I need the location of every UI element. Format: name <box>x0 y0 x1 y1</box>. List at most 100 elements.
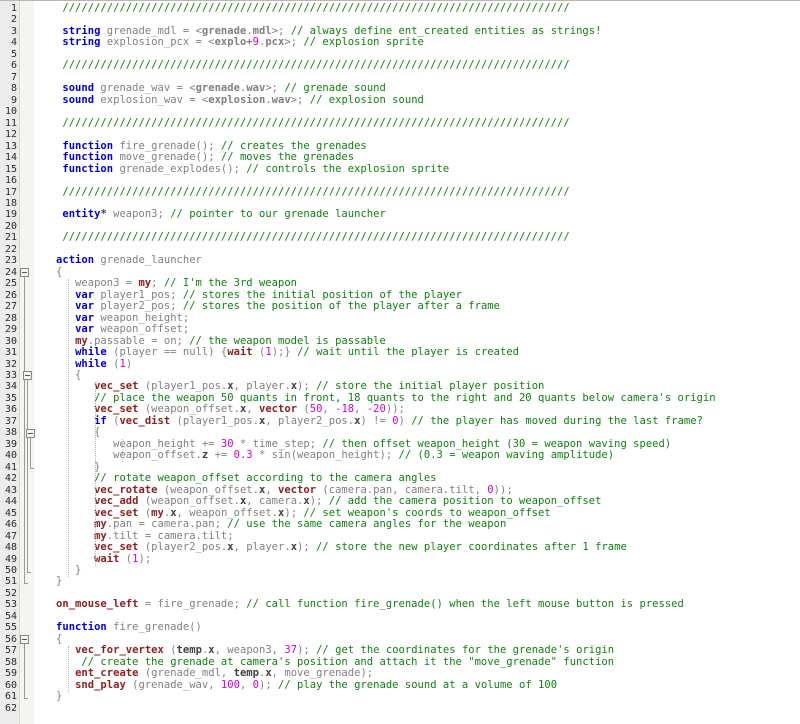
token-fn: my <box>138 277 152 290</box>
token-kw: sound <box>62 82 95 95</box>
line-number-list: 1 2 3 4 5 6 7 8 9 10 11 12 13 14 15 16 17 18 19 20 21 22 23 24 2… <box>0 1 19 714</box>
code-line[interactable]: ////////////////////////////////////////… <box>37 116 800 129</box>
code-line[interactable]: while (player == null) {wait (1);} // wa… <box>37 346 800 359</box>
line-number: 18 <box>4 197 17 209</box>
fold-toggle-if-block[interactable] <box>26 428 35 438</box>
code-line[interactable]: sound explosion_wav = <explosion.wav>; /… <box>37 93 800 106</box>
line-number: 34 <box>4 381 17 393</box>
line-number: 30 <box>4 335 17 347</box>
token-id: , weapon_offset. <box>176 506 279 519</box>
code-line[interactable]: } <box>37 563 800 576</box>
line-number: 10 <box>4 106 17 118</box>
token-id: ( <box>106 357 120 370</box>
token-id <box>37 208 62 220</box>
token-fn: snd_play <box>75 678 126 691</box>
token-id: ); <box>297 644 317 657</box>
line-number: 3 <box>10 25 17 37</box>
fold-toggle-action-block[interactable] <box>20 268 29 278</box>
token-kw: function <box>62 151 114 164</box>
code-folding-strip[interactable] <box>20 1 34 724</box>
token-id: } <box>37 690 63 703</box>
token-cmt: // explosion sound <box>309 93 424 106</box>
line-number: 16 <box>4 175 17 187</box>
line-number: 11 <box>4 117 17 129</box>
code-line[interactable]: function grenade_explodes(); // controls… <box>37 163 800 175</box>
token-id <box>37 94 62 106</box>
token-id: >; <box>284 36 304 49</box>
code-line[interactable]: } <box>37 576 800 587</box>
code-line[interactable]: ////////////////////////////////////////… <box>37 60 800 71</box>
token-cmt: ////////////////////////////////////////… <box>37 231 570 244</box>
code-line[interactable]: } <box>37 690 800 703</box>
token-num: 37 <box>284 644 298 657</box>
token-id: , player. <box>233 541 291 554</box>
line-number: 38 <box>4 427 17 439</box>
code-line[interactable]: action grenade_launcher <box>37 255 800 266</box>
token-id <box>37 507 94 519</box>
token-id: } <box>37 563 82 576</box>
token-id <box>37 254 56 266</box>
code-line[interactable]: string explosion_pcx = <explo+9.pcx>; //… <box>37 37 800 48</box>
line-number: 37 <box>4 415 17 427</box>
token-id: weapon_offset; <box>94 323 190 336</box>
code-line[interactable]: if (vec_dist (player1_pos.x, player2_pos… <box>37 414 800 427</box>
line-number: 44 <box>4 496 17 508</box>
token-cmt: // always define ent_created entities as… <box>290 24 602 37</box>
code-line[interactable] <box>37 703 800 714</box>
token-fn: wait <box>227 346 253 359</box>
token-id: += <box>208 449 234 462</box>
code-line[interactable]: snd_play (grenade_wav, 100, 0); // play … <box>37 678 800 691</box>
token-id <box>37 621 56 633</box>
token-id <box>37 82 62 94</box>
code-editor[interactable]: 1 2 3 4 5 6 7 8 9 10 11 12 13 14 15 16 17 18 19 20 21 22 23 24 2… <box>0 0 800 724</box>
line-number: 50 <box>4 564 17 576</box>
token-cmt: ////////////////////////////////////////… <box>37 116 570 129</box>
code-text-area[interactable]: ////////////////////////////////////////… <box>37 1 800 724</box>
token-id: ); <box>258 678 279 691</box>
token-id: ) != <box>360 414 393 427</box>
token-id: , <box>322 403 336 416</box>
token-id: , <box>354 403 367 416</box>
code-line[interactable]: weapon_offset.z += 0.3 * sin(weapon_heig… <box>37 450 800 461</box>
token-id <box>37 403 94 415</box>
code-line[interactable]: entity* weapon3; // pointer to our grena… <box>37 209 800 220</box>
code-line[interactable]: function fire_grenade() <box>37 622 800 633</box>
token-cmt: // create the grenade at camera's positi… <box>81 655 615 668</box>
token-id: , camera. <box>246 495 304 508</box>
token-cmt: // use the same camera angles for the we… <box>227 518 507 531</box>
code-line[interactable]: while (1) <box>37 357 800 370</box>
line-number: 47 <box>4 530 17 542</box>
fold-toggle-function-block[interactable] <box>20 635 29 645</box>
token-id: weapon3 = <box>37 277 139 290</box>
token-num: 30 <box>220 437 234 450</box>
code-line[interactable]: ////////////////////////////////////////… <box>37 186 800 198</box>
token-id <box>37 36 62 48</box>
fold-toggle-while-block[interactable] <box>23 371 32 381</box>
token-id: .tilt = camera.tilt; <box>106 529 234 542</box>
line-number: 46 <box>4 519 17 531</box>
token-num: 50 <box>309 403 323 416</box>
token-id: player2_pos; <box>94 300 183 313</box>
line-number: 40 <box>4 450 17 462</box>
token-cmt: // pointer to our grenade launcher <box>170 208 386 221</box>
code-line[interactable]: ////////////////////////////////////////… <box>37 232 800 243</box>
code-line[interactable]: on_mouse_left = fire_grenade; // call fu… <box>37 599 800 610</box>
token-id <box>37 140 62 152</box>
code-line[interactable]: vec_set (player2_pos.x, player.x); // st… <box>37 541 800 554</box>
token-id: grenade_mdl = < <box>100 24 202 37</box>
token-fn: my <box>151 506 164 519</box>
token-id: ( <box>138 506 152 519</box>
token-str: explo+ <box>214 36 253 49</box>
line-number: 58 <box>4 656 17 668</box>
token-kw: var <box>75 311 95 324</box>
code-line[interactable]: ////////////////////////////////////////… <box>37 2 800 14</box>
line-number: 13 <box>4 140 17 152</box>
code-line[interactable]: wait (1); <box>37 553 800 565</box>
token-fn: vector <box>278 483 317 496</box>
token-id <box>37 415 94 427</box>
token-id: , player2_pos. <box>265 414 355 427</box>
token-id: ; <box>151 277 164 290</box>
line-number: 43 <box>4 484 17 496</box>
token-id: .pan = camera.pan; <box>106 518 228 531</box>
token-num: -20 <box>366 403 386 416</box>
